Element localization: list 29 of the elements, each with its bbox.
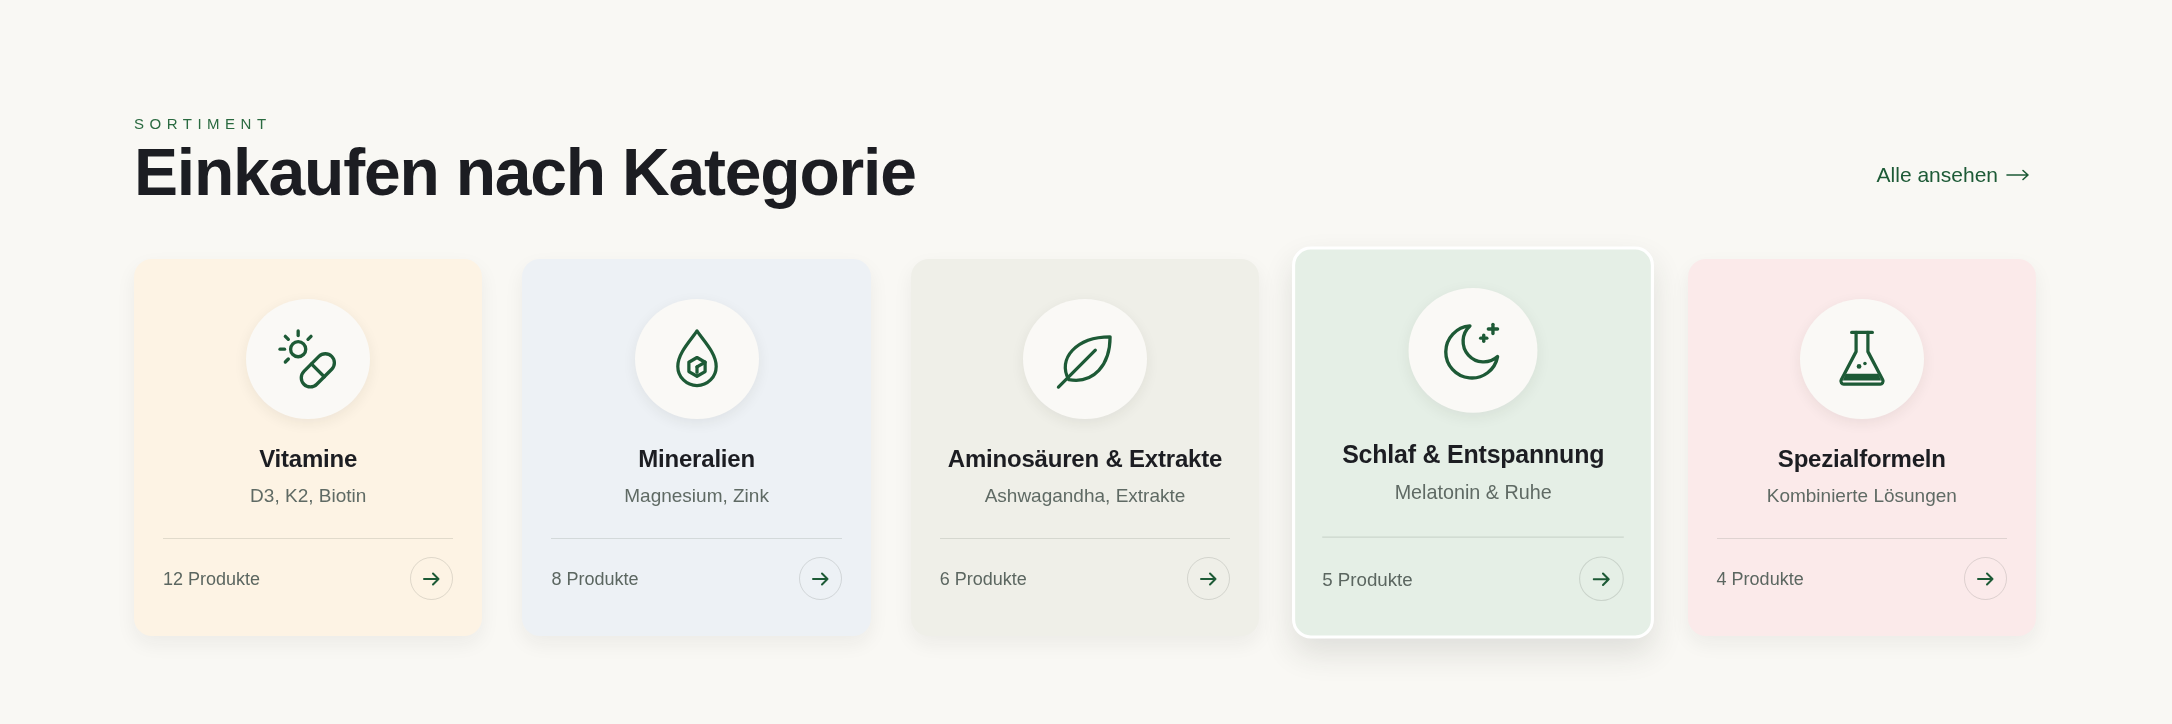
category-title: Aminosäuren & Extrakte bbox=[946, 444, 1224, 474]
category-description: Ashwagandha, Extrakte bbox=[983, 484, 1187, 508]
section-title: Einkaufen nach Kategorie bbox=[134, 134, 916, 210]
category-description: Kombinierte Lösungen bbox=[1765, 484, 1958, 508]
category-description: Melatonin & Ruhe bbox=[1393, 480, 1553, 506]
category-card[interactable]: Aminosäuren & Extrakte Ashwagandha, Extrakte 6 Produkte bbox=[910, 259, 1260, 636]
arrow-right-icon bbox=[1200, 571, 1218, 586]
product-count: 6 Produkte bbox=[939, 567, 1027, 590]
arrow-right-icon bbox=[2006, 169, 2030, 181]
category-description: D3, K2, Biotin bbox=[249, 484, 368, 508]
category-title: Schlaf & Entspannung bbox=[1341, 438, 1606, 470]
arrow-right-icon bbox=[811, 571, 829, 586]
category-title: Mineralien bbox=[637, 444, 756, 474]
product-count: 4 Produkte bbox=[1716, 567, 1804, 590]
category-title: Spezialformeln bbox=[1776, 444, 1947, 474]
product-count: 5 Produkte bbox=[1322, 567, 1413, 591]
product-count: 8 Produkte bbox=[551, 567, 639, 590]
category-card[interactable]: Spezialformeln Kombinierte Lösungen 4 Produkte bbox=[1687, 259, 2036, 636]
category-title: Vitamine bbox=[258, 444, 359, 474]
view-all-link[interactable]: Alle ansehen bbox=[1876, 162, 2030, 188]
category-card[interactable]: Vitamine D3, K2, Biotin 12 Produkte bbox=[134, 259, 483, 636]
category-description: Magnesium, Zink bbox=[623, 484, 770, 508]
product-count: 12 Produkte bbox=[163, 567, 261, 590]
arrow-right-icon bbox=[423, 571, 441, 586]
section-eyebrow: SORTIMENT bbox=[134, 115, 272, 133]
arrow-right-icon bbox=[1977, 571, 1994, 586]
category-card[interactable]: Schlaf & Entspannung Melatonin & Ruhe 5 Produkte bbox=[1292, 246, 1655, 639]
category-card[interactable]: Mineralien Magnesium, Zink 8 Produkte bbox=[522, 259, 871, 636]
arrow-right-icon bbox=[1593, 571, 1611, 586]
